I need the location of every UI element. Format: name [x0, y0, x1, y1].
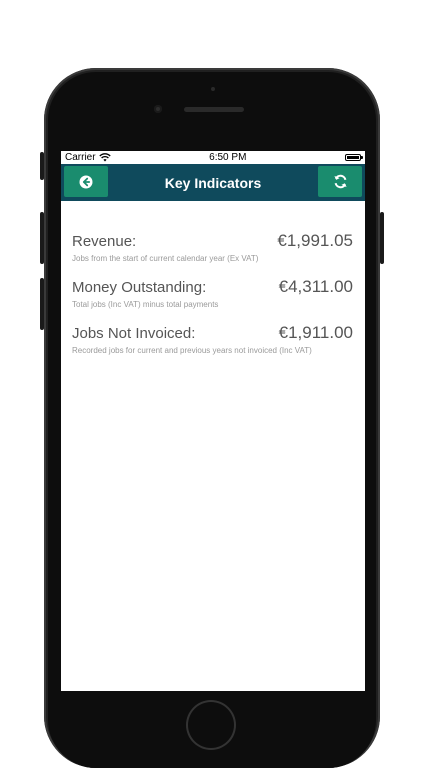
- volume-down-button: [40, 278, 44, 330]
- earpiece-speaker: [184, 107, 244, 112]
- proximity-sensor: [211, 87, 215, 91]
- home-button[interactable]: [186, 700, 236, 750]
- indicator-value: €1,911.00: [278, 323, 353, 342]
- back-button[interactable]: [64, 166, 108, 197]
- carrier-label: Carrier: [65, 152, 96, 163]
- page-title: Key Indicators: [164, 174, 262, 191]
- indicator-money-outstanding: Money Outstanding: €4,311.00 Total jobs …: [72, 277, 353, 309]
- arrow-left-circle-icon: [79, 175, 93, 188]
- indicator-label: Money Outstanding:: [72, 279, 207, 296]
- battery-icon: [345, 154, 363, 161]
- refresh-button[interactable]: [318, 166, 362, 197]
- indicator-jobs-not-invoiced: Jobs Not Invoiced: €1,911.00 Recorded jo…: [72, 323, 353, 355]
- indicator-description: Jobs from the start of current calendar …: [72, 254, 259, 263]
- navigation-bar: Key Indicators: [61, 164, 365, 201]
- mute-switch: [40, 152, 44, 180]
- volume-up-button: [40, 212, 44, 264]
- status-time: 6:50 PM: [209, 152, 247, 163]
- status-bar: Carrier 6:50 PM: [61, 151, 365, 164]
- app-screen: Carrier 6:50 PM Key Indicators Revenue: …: [61, 151, 365, 691]
- wifi-icon: [98, 153, 111, 162]
- refresh-icon: [333, 174, 347, 189]
- indicator-value: €4,311.00: [278, 277, 353, 296]
- power-button: [380, 212, 384, 264]
- indicator-revenue: Revenue: €1,991.05 Jobs from the start o…: [72, 231, 353, 263]
- indicator-value: €1,991.05: [277, 231, 353, 250]
- indicator-description: Recorded jobs for current and previous y…: [72, 346, 312, 355]
- front-camera: [154, 105, 162, 113]
- indicator-label: Jobs Not Invoiced:: [72, 325, 196, 342]
- indicators-list: Revenue: €1,991.05 Jobs from the start o…: [61, 201, 365, 355]
- indicator-description: Total jobs (Inc VAT) minus total payment…: [72, 300, 219, 309]
- indicator-label: Revenue:: [72, 233, 137, 250]
